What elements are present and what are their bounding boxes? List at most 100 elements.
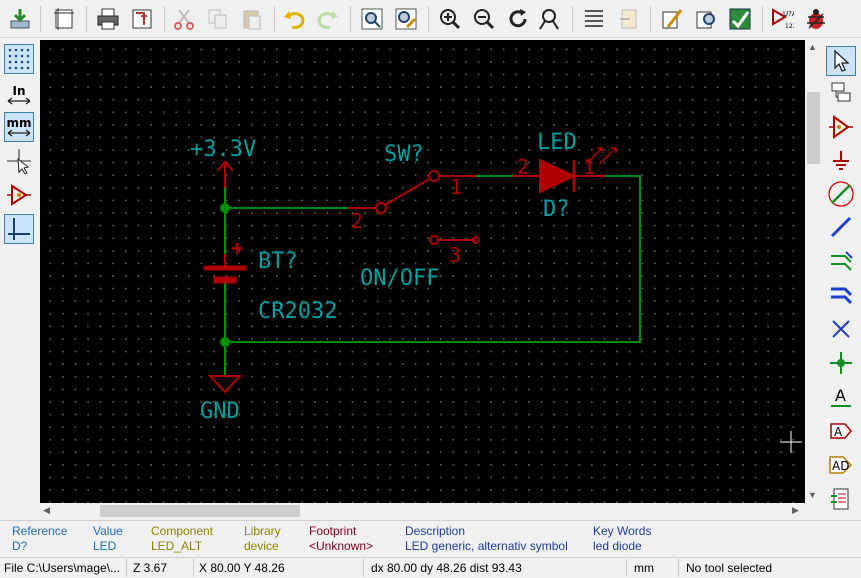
junction-bottom <box>220 337 230 347</box>
led-ref: D? <box>543 197 570 222</box>
zoom-in-icon[interactable] <box>436 5 464 33</box>
info-value-label: Value <box>93 524 123 538</box>
svg-text:A: A <box>834 425 843 439</box>
info-value: Value LED <box>93 524 123 554</box>
undo-icon[interactable] <box>280 5 308 33</box>
main-toolbar: U?A 123 <box>0 0 861 38</box>
add-wire-bus-entry-icon[interactable] <box>826 246 856 276</box>
switch-value: ON/OFF <box>360 266 439 291</box>
add-global-label-icon[interactable]: A <box>826 416 856 446</box>
redo-icon[interactable] <box>314 5 342 33</box>
add-hierarchical-label-icon[interactable]: AD <box>826 450 856 480</box>
scroll-down-icon[interactable]: ▼ <box>808 490 817 500</box>
power-symbol <box>216 160 234 188</box>
erc-icon[interactable]: U?A 123 <box>768 5 796 33</box>
status-file: File C:\Users\mage\... <box>4 561 121 575</box>
led-pin2: 2 <box>517 155 529 179</box>
scroll-left-icon[interactable]: ◀ <box>43 505 50 516</box>
status-units: mm <box>634 561 654 575</box>
units-inch-label: In <box>12 84 26 98</box>
info-footprint: Footprint <Unknown> <box>309 524 373 554</box>
print-icon[interactable] <box>94 5 122 33</box>
full-cursor-icon[interactable] <box>4 146 34 176</box>
schematic-drawing: +3.3V + BT? CR2032 GND SW? ON/OFF 1 2 3 … <box>190 130 802 453</box>
info-keywords-label: Key Words <box>593 524 652 538</box>
info-description: Description LED generic, alternativ symb… <box>405 524 568 554</box>
horizontal-scrollbar[interactable]: ◀ ▶ <box>40 503 805 519</box>
status-delta: dx 80.00 dy 48.26 dist 93.43 <box>371 561 522 575</box>
cut-icon[interactable] <box>170 5 198 33</box>
info-description-label: Description <box>405 524 466 538</box>
library-browser-icon[interactable] <box>692 5 720 33</box>
vertical-scroll-thumb[interactable] <box>807 92 820 164</box>
scroll-up-icon[interactable]: ▲ <box>808 42 817 52</box>
add-wire-icon[interactable] <box>826 179 856 209</box>
orthogonal-lines-icon[interactable] <box>4 214 34 244</box>
info-keywords-value: led diode <box>593 539 642 553</box>
switch-pin2: 2 <box>351 209 363 233</box>
status-tool: No tool selected <box>686 561 773 575</box>
grid-icon[interactable] <box>4 44 34 74</box>
hierarchy-tool-icon[interactable] <box>826 78 856 108</box>
status-cursor-xy: X 80.00 Y 48.26 <box>199 561 285 575</box>
add-label-icon[interactable]: A <box>826 382 856 412</box>
info-reference: Reference D? <box>12 524 67 554</box>
status-zoom: Z 3.67 <box>133 561 168 575</box>
svg-text:U?A: U?A <box>783 10 794 18</box>
schematic-canvas[interactable]: +3.3V + BT? CR2032 GND SW? ON/OFF 1 2 3 … <box>40 40 805 503</box>
add-no-connect-icon[interactable] <box>826 314 856 344</box>
info-reference-label: Reference <box>12 524 68 538</box>
add-bus-icon[interactable] <box>826 212 856 242</box>
switch-pin3: 3 <box>449 243 461 267</box>
zoom-fit-icon[interactable] <box>536 5 564 33</box>
switch-ref: SW? <box>384 142 424 167</box>
battery-value: CR2032 <box>258 299 337 324</box>
component-info-panel: Reference D? Value LED Component LED_ALT… <box>0 520 861 557</box>
copy-icon[interactable] <box>204 5 232 33</box>
netlist-icon[interactable] <box>802 5 830 33</box>
ground-label: GND <box>200 399 240 424</box>
info-value-value: LED <box>93 539 117 553</box>
hidden-pins-icon[interactable] <box>4 180 34 210</box>
leave-sheet-icon[interactable] <box>614 5 642 33</box>
select-tool-icon[interactable] <box>826 46 856 76</box>
junction-top <box>220 203 230 213</box>
info-keywords: Key Words led diode <box>593 524 651 554</box>
vertical-scrollbar[interactable]: ▲ ▼ <box>805 40 822 503</box>
find-icon[interactable] <box>358 5 386 33</box>
hierarchy-navigator-icon[interactable] <box>580 5 608 33</box>
info-description-value: LED generic, alternativ symbol <box>405 539 568 553</box>
zoom-out-icon[interactable] <box>470 5 498 33</box>
units-inch-button[interactable]: In <box>4 80 34 110</box>
eeschema-window: U?A123 In mm <box>0 0 861 578</box>
right-toolbar: A A AD <box>822 38 861 520</box>
save-icon[interactable] <box>6 5 34 33</box>
add-bus-bus-entry-icon[interactable] <box>826 279 856 309</box>
paste-icon[interactable] <box>238 5 266 33</box>
plot-icon[interactable] <box>128 5 156 33</box>
units-mm-label: mm <box>6 116 32 130</box>
svg-text:AD: AD <box>832 459 849 473</box>
info-component-label: Component <box>151 524 214 538</box>
info-component: Component LED_ALT <box>151 524 213 554</box>
info-library-label: Library <box>244 524 281 538</box>
ground-symbol <box>207 375 243 394</box>
add-component-icon[interactable] <box>826 112 856 142</box>
horizontal-scroll-thumb[interactable] <box>100 505 300 517</box>
add-junction-icon[interactable] <box>826 348 856 378</box>
page-settings-icon[interactable] <box>50 5 78 33</box>
add-hierarchical-sheet-icon[interactable] <box>826 484 856 514</box>
find-replace-icon[interactable] <box>392 5 420 33</box>
library-editor-icon[interactable] <box>658 5 686 33</box>
battery-ref: BT? <box>258 249 298 274</box>
units-mm-button[interactable]: mm <box>4 112 34 142</box>
led-value: LED <box>537 130 577 155</box>
annotate-icon[interactable] <box>726 5 754 33</box>
zoom-redraw-icon[interactable] <box>504 5 532 33</box>
info-library-value: device <box>244 539 279 553</box>
left-toolbar: In mm <box>0 38 38 520</box>
info-library: Library device <box>244 524 281 554</box>
scroll-right-icon[interactable]: ▶ <box>792 505 799 516</box>
info-footprint-value: <Unknown> <box>309 539 374 553</box>
add-power-icon[interactable] <box>826 146 856 176</box>
